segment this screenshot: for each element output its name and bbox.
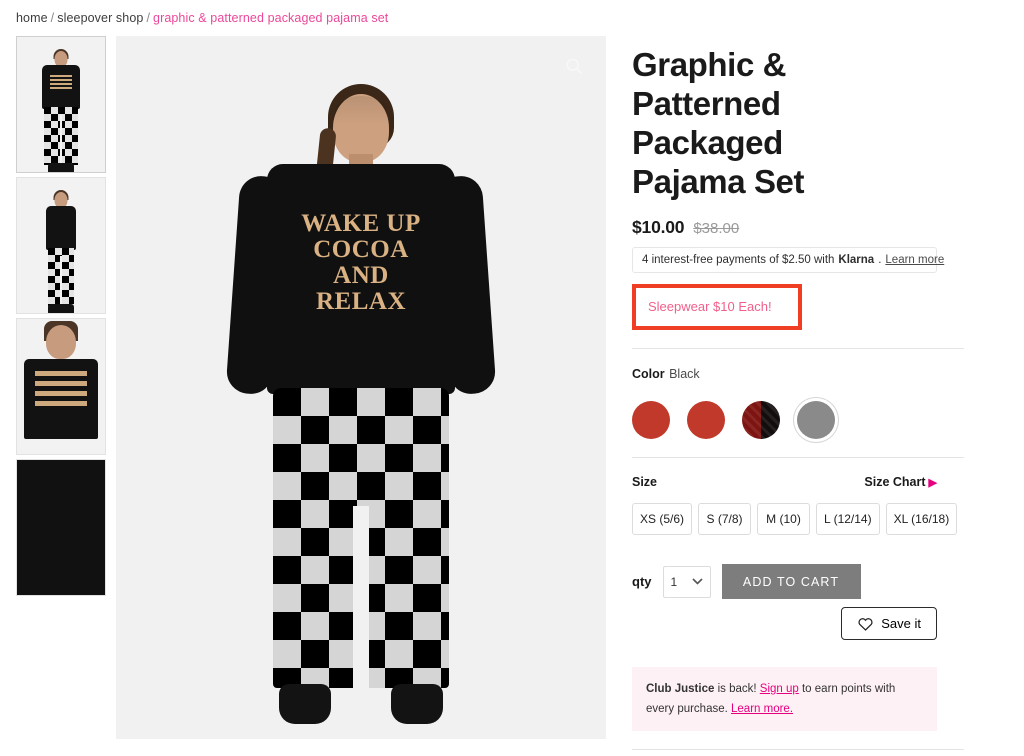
size-option-l[interactable]: L (12/14) xyxy=(816,503,880,535)
save-it-button[interactable]: Save it xyxy=(841,607,937,640)
quantity-label: qty xyxy=(632,574,652,589)
thumbnail-image-4 xyxy=(17,460,105,595)
color-swatch-black[interactable] xyxy=(797,401,835,439)
product-info-panel: Graphic & Patterned Packaged Pajama Set … xyxy=(606,36,1024,756)
color-section: Color Black xyxy=(632,349,964,439)
play-triangle-icon: ▶ xyxy=(928,477,937,489)
color-label: Color xyxy=(632,367,665,381)
klarna-text: 4 interest-free payments of $2.50 with xyxy=(642,254,835,266)
price-current: $10.00 xyxy=(632,217,685,237)
color-swatch-red-alt[interactable] xyxy=(687,401,725,439)
club-brand: Club Justice xyxy=(646,683,715,695)
color-swatch-red-black-plaid[interactable] xyxy=(742,401,780,439)
breadcrumb: home / sleepover shop / graphic & patterned … xyxy=(0,0,1024,25)
divider-3 xyxy=(632,749,964,750)
size-header: Size Size Chart ▶ xyxy=(632,475,937,489)
thumbnail-side-view[interactable] xyxy=(16,177,106,314)
save-it-label: Save it xyxy=(881,616,921,631)
promo-annotation: Sleepwear $10 Each! xyxy=(632,284,802,330)
breadcrumb-separator: / xyxy=(50,11,55,25)
size-chart-label: Size Chart xyxy=(864,475,926,489)
size-option-m[interactable]: M (10) xyxy=(757,503,811,535)
size-option-xl[interactable]: XL (16/18) xyxy=(885,503,958,535)
product-hero-image[interactable]: WAKE UP COCOA AND RELAX xyxy=(116,36,606,739)
promo-message[interactable]: Sleepwear $10 Each! xyxy=(648,299,772,314)
klarna-period: . xyxy=(878,254,882,266)
color-swatch-red[interactable] xyxy=(632,401,670,439)
klarna-learn-more-link[interactable]: Learn more xyxy=(885,254,944,266)
product-page: WAKE UP COCOA AND RELAX Graphic & Patter… xyxy=(0,25,1024,756)
page-title: Graphic & Patterned Packaged Pajama Set xyxy=(632,46,805,200)
thumbnail-image-2 xyxy=(17,178,105,313)
thumbnail-list xyxy=(0,36,106,600)
promo-highlight-box: Sleepwear $10 Each! xyxy=(632,284,802,330)
club-signup-link[interactable]: Sign up xyxy=(760,683,799,695)
breadcrumb-separator-2: / xyxy=(146,11,151,25)
size-chart-link[interactable]: Size Chart ▶ xyxy=(864,475,937,489)
club-learn-more-link[interactable]: Learn more. xyxy=(731,703,793,715)
breadcrumb-item-home[interactable]: home xyxy=(16,11,48,25)
size-option-xs[interactable]: XS (5/6) xyxy=(632,503,693,535)
model-illustration: WAKE UP COCOA AND RELAX xyxy=(116,36,606,739)
size-option-list: XS (5/6) S (7/8) M (10) L (12/14) XL (16… xyxy=(632,503,964,535)
add-to-cart-button[interactable]: ADD TO CART xyxy=(721,564,861,599)
price-original: $38.00 xyxy=(693,220,740,237)
save-row: Save it xyxy=(632,607,937,640)
quantity-value: 1 xyxy=(670,574,678,589)
thumbnail-graphic-closeup[interactable] xyxy=(16,318,106,455)
size-section: Size Size Chart ▶ XS (5/6) S (7/8) M (10)… xyxy=(632,458,964,535)
heart-icon xyxy=(858,618,873,631)
hero-graphic-text: WAKE UP COCOA AND RELAX xyxy=(301,210,421,315)
thumbnail-image-3 xyxy=(17,319,105,454)
thumbnail-fabric-detail[interactable] xyxy=(16,459,106,596)
klarna-banner: 4 interest-free payments of $2.50 with K… xyxy=(632,247,944,273)
size-option-s[interactable]: S (7/8) xyxy=(698,503,752,535)
quantity-select[interactable]: 1 xyxy=(662,565,711,598)
thumbnail-image-1 xyxy=(17,37,105,172)
klarna-brand: Klarna xyxy=(838,254,875,266)
club-text-1: is back! xyxy=(714,683,760,695)
breadcrumb-item-sleepover-shop[interactable]: sleepover shop xyxy=(57,11,143,25)
price-row: $10.00 $38.00 xyxy=(632,217,964,238)
color-selected-name: Black xyxy=(669,367,700,381)
club-justice-banner: Club Justice is back! Sign up to earn po… xyxy=(632,667,937,731)
thumbnail-front-view[interactable] xyxy=(16,36,106,173)
purchase-row: qty 1 ADD TO CART xyxy=(632,564,964,599)
breadcrumb-item-current: graphic & patterned packaged pajama set xyxy=(153,11,389,25)
color-swatch-list xyxy=(632,401,964,439)
chevron-down-icon xyxy=(691,578,703,585)
size-label: Size xyxy=(632,475,658,489)
